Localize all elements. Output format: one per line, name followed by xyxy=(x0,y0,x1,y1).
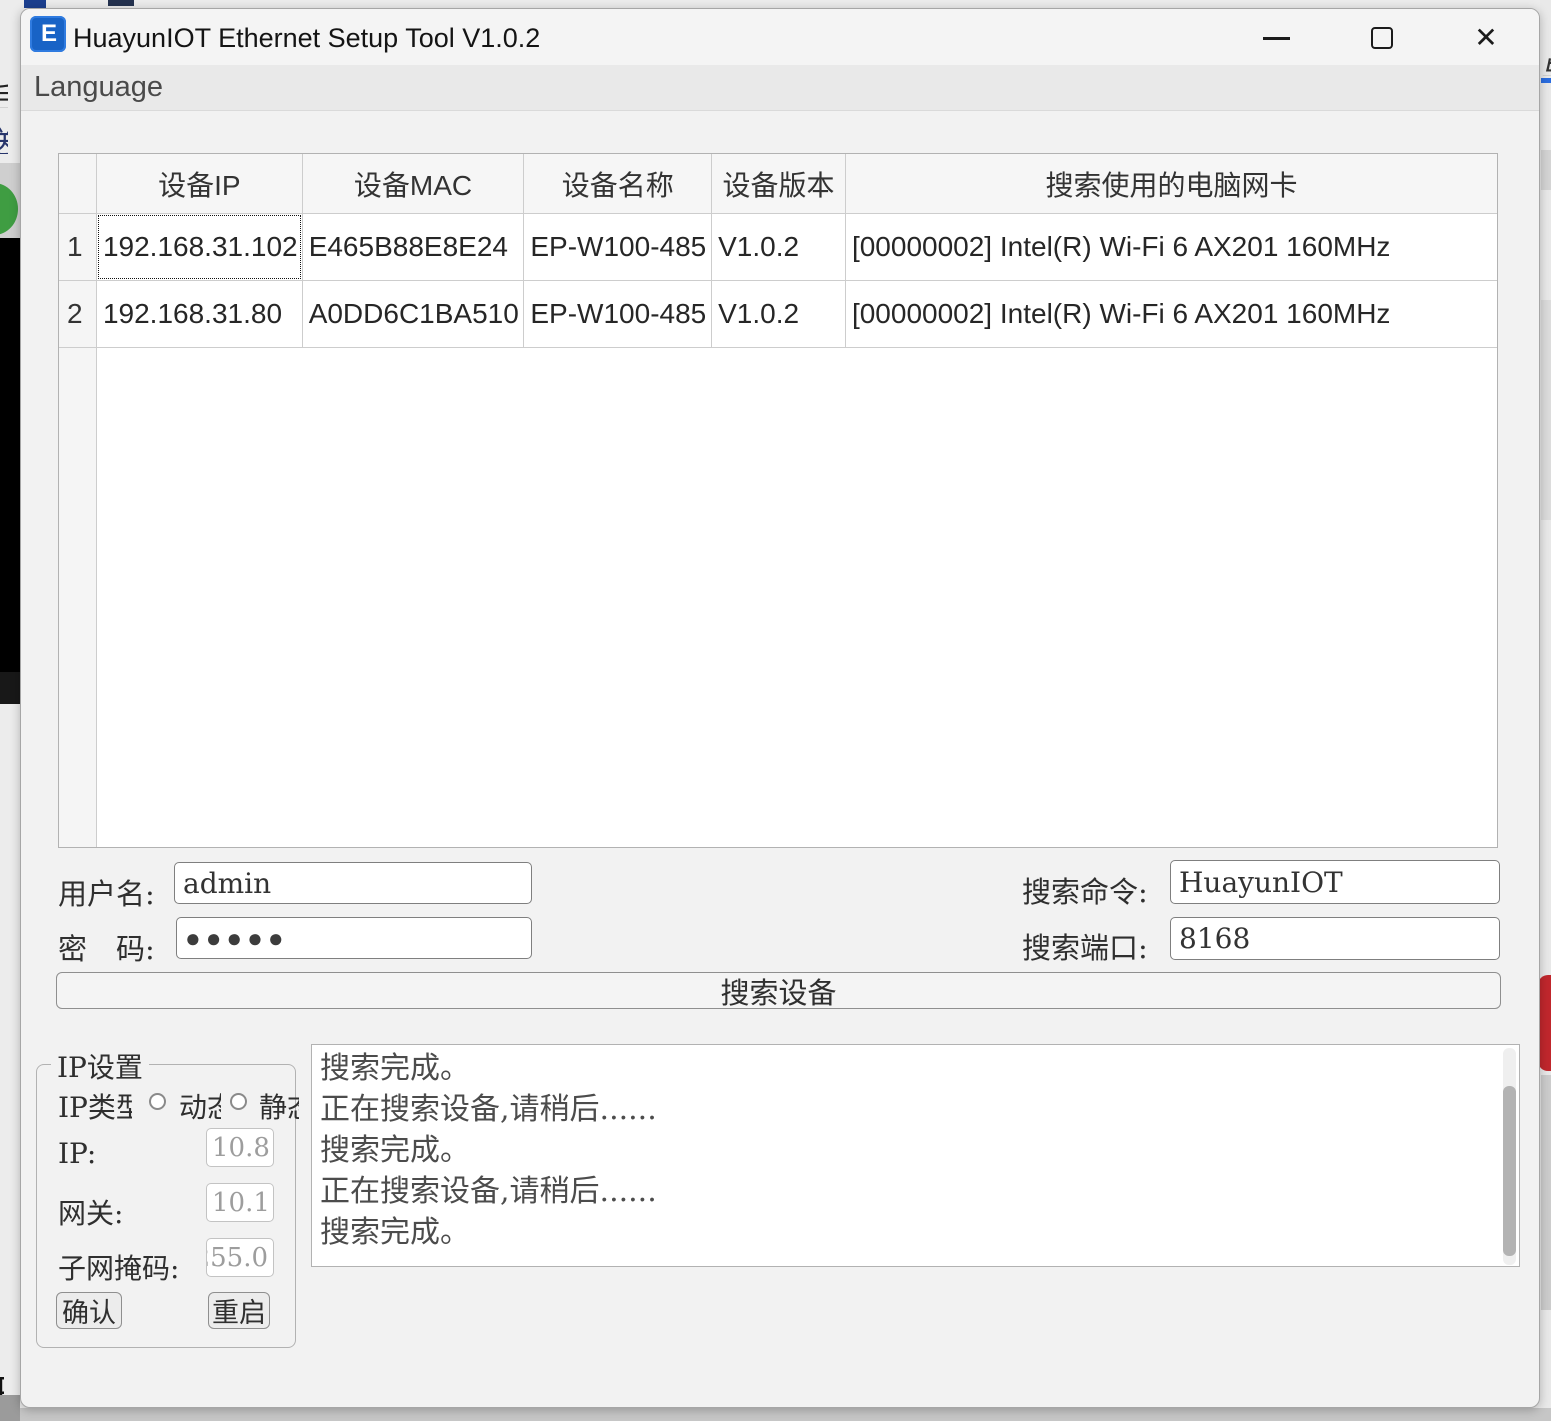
radio-static-ip[interactable] xyxy=(230,1093,247,1110)
cell-device-mac[interactable]: E465B88E8E24 xyxy=(303,214,525,281)
bg-left-text-fragment: 后 xyxy=(0,74,8,108)
log-line: 搜索完成。 xyxy=(320,1048,1499,1089)
cell-device-name[interactable]: EP-W100-485 xyxy=(524,281,712,348)
ip-settings-group-title: IP设置 xyxy=(51,1046,149,1086)
log-line: 搜索完成。 xyxy=(320,1212,1499,1253)
bg-bottom-strip xyxy=(0,1408,1551,1421)
log-line: 正在搜索设备,请稍后...... xyxy=(320,1089,1499,1130)
bg-top-dark-fragment xyxy=(108,0,134,6)
log-output[interactable]: 搜索完成。 正在搜索设备,请稍后...... 搜索完成。 正在搜索设备,请稍后.… xyxy=(311,1044,1520,1267)
search-command-input[interactable]: HuayunIOT xyxy=(1170,860,1500,904)
bg-top-blue-fragment xyxy=(24,0,46,8)
title-bar[interactable]: E HuayunIOT Ethernet Setup Tool V1.0.2 ✕ xyxy=(21,9,1539,65)
gateway-label: 网关: xyxy=(58,1192,123,1232)
table-header-version: 设备版本 xyxy=(712,154,846,214)
ip-input[interactable]: 10.8 xyxy=(206,1128,274,1167)
cell-device-mac[interactable]: A0DD6C1BA510 xyxy=(303,281,525,348)
search-command-label: 搜索命令: xyxy=(1022,869,1148,911)
table-row[interactable]: 2 192.168.31.80 A0DD6C1BA510 EP-W100-485… xyxy=(59,281,1497,348)
bg-right-text-fragment: 与 xyxy=(1541,48,1551,76)
confirm-button[interactable]: 确认 xyxy=(56,1292,122,1329)
bg-bottom-left-corner xyxy=(0,1395,20,1421)
maximize-button[interactable] xyxy=(1351,17,1413,59)
cell-device-version[interactable]: V1.0.2 xyxy=(712,281,846,348)
menu-bar: Language xyxy=(21,65,1539,111)
cell-device-ip[interactable]: 192.168.31.102 xyxy=(97,214,303,281)
table-header-corner xyxy=(59,154,97,214)
close-button[interactable]: ✕ xyxy=(1455,17,1517,59)
radio-static-label: 静态 xyxy=(259,1086,299,1126)
table-header-mac: 设备MAC xyxy=(303,154,525,214)
close-icon: ✕ xyxy=(1474,24,1497,52)
subnet-mask-label: 子网掩码: xyxy=(58,1247,179,1287)
bg-right-gray-block xyxy=(1541,300,1551,520)
gateway-input[interactable]: 10.1 xyxy=(206,1183,274,1222)
device-table[interactable]: 设备IP 设备MAC 设备名称 设备版本 搜索使用的电脑网卡 1 192.168… xyxy=(58,153,1498,848)
bg-right-gray-block xyxy=(1541,1075,1551,1310)
radio-dynamic-label: 动态 xyxy=(179,1086,221,1126)
search-devices-button[interactable]: 搜索设备 xyxy=(56,972,1501,1009)
log-line: 正在搜索设备,请稍后...... xyxy=(320,1171,1499,1212)
maximize-icon xyxy=(1371,27,1393,49)
log-scrollbar-thumb[interactable] xyxy=(1503,1086,1516,1256)
window-title: HuayunIOT Ethernet Setup Tool V1.0.2 xyxy=(73,23,540,54)
cell-device-version[interactable]: V1.0.2 xyxy=(712,214,846,281)
log-line: 搜索完成。 xyxy=(320,1130,1499,1171)
password-input[interactable]: ●●●●● xyxy=(176,917,532,959)
menu-language[interactable]: Language xyxy=(21,71,176,104)
app-window: E HuayunIOT Ethernet Setup Tool V1.0.2 ✕… xyxy=(20,8,1540,1408)
log-scrollbar[interactable] xyxy=(1503,1048,1516,1265)
row-index: 2 xyxy=(59,281,97,348)
ip-type-label: IP类型 xyxy=(58,1086,132,1126)
search-port-label: 搜索端口: xyxy=(1022,925,1148,967)
app-icon: E xyxy=(30,16,66,52)
bg-left-video-black-fade xyxy=(0,672,20,704)
restart-button[interactable]: 重启 xyxy=(208,1292,270,1329)
username-label: 用户名: xyxy=(58,871,155,913)
table-header-name: 设备名称 xyxy=(524,154,712,214)
table-header-nic: 搜索使用的电脑网卡 xyxy=(846,154,1497,214)
bg-right-gray-block xyxy=(1541,150,1551,190)
bg-left-video-black xyxy=(0,238,20,672)
cell-device-nic[interactable]: [00000002] Intel(R) Wi-Fi 6 AX201 160MHz xyxy=(846,281,1497,348)
bg-right-blue-line xyxy=(1541,78,1551,83)
password-label: 密 码: xyxy=(58,926,155,968)
table-header-ip: 设备IP xyxy=(97,154,303,214)
minimize-icon xyxy=(1263,37,1290,40)
bg-left-text-fragment: 送 xyxy=(0,118,8,154)
password-dots: ●●●●● xyxy=(185,923,289,954)
cell-device-ip[interactable]: 192.168.31.80 xyxy=(97,281,303,348)
username-input[interactable]: admin xyxy=(174,862,532,904)
cell-device-nic[interactable]: [00000002] Intel(R) Wi-Fi 6 AX201 160MHz xyxy=(846,214,1497,281)
row-index: 1 xyxy=(59,214,97,281)
minimize-button[interactable] xyxy=(1245,17,1307,59)
table-row[interactable]: 1 192.168.31.102 E465B88E8E24 EP-W100-48… xyxy=(59,214,1497,281)
cell-device-name[interactable]: EP-W100-485 xyxy=(524,214,712,281)
search-port-input[interactable]: 8168 xyxy=(1170,917,1500,960)
ip-label: IP: xyxy=(58,1137,96,1170)
table-header-row: 设备IP 设备MAC 设备名称 设备版本 搜索使用的电脑网卡 xyxy=(59,154,1497,214)
subnet-mask-input[interactable]: 255.0 xyxy=(206,1238,274,1277)
radio-dynamic-ip[interactable] xyxy=(149,1093,166,1110)
